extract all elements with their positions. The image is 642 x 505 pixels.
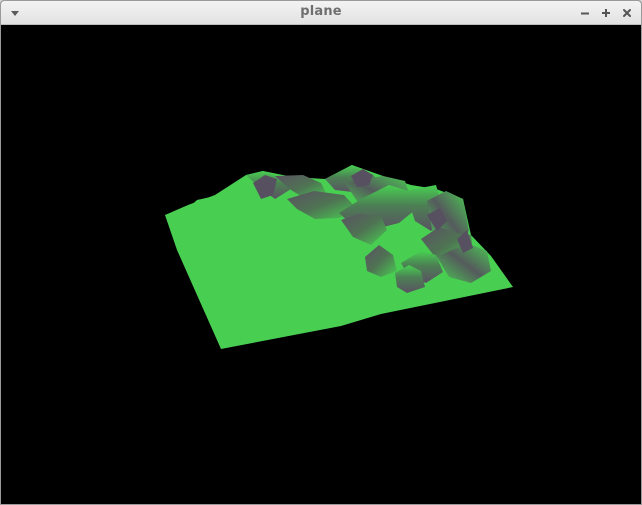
minus-icon [579,7,591,19]
plus-icon [600,7,612,19]
close-button[interactable] [618,4,636,22]
app-window: plane [0,0,642,505]
close-icon [621,7,633,19]
render-canvas[interactable] [1,25,641,504]
title-bar[interactable]: plane [1,1,641,25]
window-title: plane [300,4,342,19]
minimize-button[interactable] [576,4,594,22]
terrain-scene [1,25,641,504]
maximize-button[interactable] [597,4,615,22]
